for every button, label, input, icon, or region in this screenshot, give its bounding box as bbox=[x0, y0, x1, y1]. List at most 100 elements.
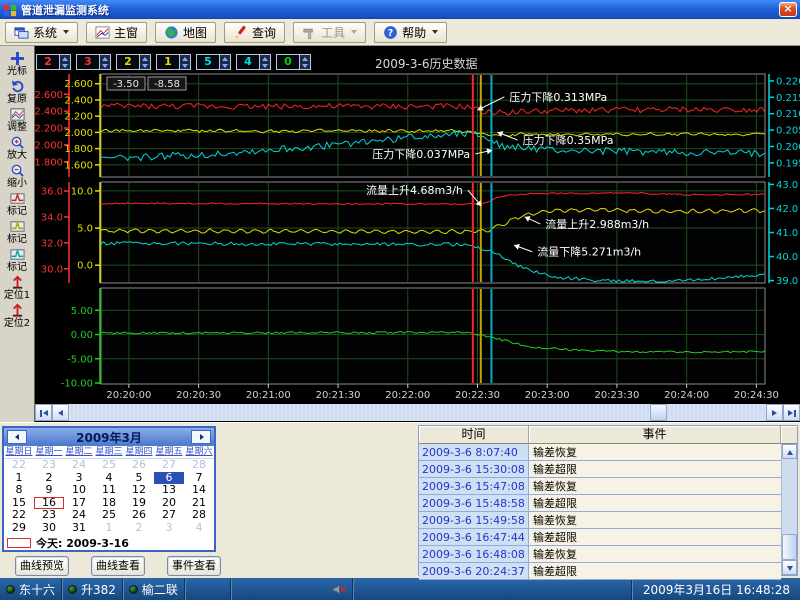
tool-zoom-in[interactable]: 放大 bbox=[0, 135, 34, 161]
event-row[interactable]: 2009-3-6 15:47:08输差恢复 bbox=[419, 478, 781, 495]
calendar-day[interactable]: 3 bbox=[154, 522, 184, 535]
toolbar-button-help[interactable]: ? 帮助 bbox=[374, 22, 447, 43]
tool-locate-2[interactable]: 定位2 bbox=[0, 303, 34, 329]
calendar-day[interactable]: 13 bbox=[154, 484, 184, 497]
trend-charts[interactable]: 2.6002.4002.2002.0001.8002.6002.4002.200… bbox=[35, 72, 800, 402]
spin-down-icon[interactable] bbox=[100, 62, 110, 69]
tool-mark-cyan[interactable]: 标记 bbox=[0, 247, 34, 273]
calendar-day[interactable]: 9 bbox=[34, 484, 64, 497]
event-row[interactable]: 2009-3-6 15:48:58输差超限 bbox=[419, 495, 781, 512]
calendar-day[interactable]: 27 bbox=[154, 459, 184, 472]
event-row[interactable]: 2009-3-6 16:47:44输差超限 bbox=[419, 529, 781, 546]
calendar-day[interactable]: 24 bbox=[64, 459, 94, 472]
spin-up-icon[interactable] bbox=[260, 55, 270, 62]
calendar-day[interactable]: 30 bbox=[34, 522, 64, 535]
tool-mark-yellow[interactable]: 标记 bbox=[0, 219, 34, 245]
calendar-day[interactable]: 22 bbox=[4, 459, 34, 472]
calendar-day[interactable]: 22 bbox=[4, 509, 34, 522]
calendar-day[interactable]: 27 bbox=[154, 509, 184, 522]
events-table-header: 时间 事件 bbox=[419, 426, 797, 444]
toolbar-button-query[interactable]: 查询 bbox=[224, 22, 285, 43]
calendar-day[interactable]: 10 bbox=[64, 484, 94, 497]
calendar-day[interactable]: 24 bbox=[64, 509, 94, 522]
tool-mark-red[interactable]: 标记 bbox=[0, 191, 34, 217]
calendar-day[interactable]: 14 bbox=[184, 484, 214, 497]
calendar-day[interactable]: 25 bbox=[94, 459, 124, 472]
curve-spinner-7[interactable]: 0 bbox=[276, 54, 311, 70]
curve-spinner-5[interactable]: 5 bbox=[196, 54, 231, 70]
tool-locate-1[interactable]: 定位1 bbox=[0, 275, 34, 301]
calendar-day[interactable]: 4 bbox=[184, 522, 214, 535]
events-scroll-thumb[interactable] bbox=[782, 534, 797, 560]
curve-spinner-4[interactable]: 1 bbox=[156, 54, 191, 70]
spin-up-icon[interactable] bbox=[100, 55, 110, 62]
spin-up-icon[interactable] bbox=[180, 55, 190, 62]
toolbar-button-map[interactable]: 地图 bbox=[155, 22, 216, 43]
spin-down-icon[interactable] bbox=[220, 62, 230, 69]
scrollbar-thumb[interactable] bbox=[650, 404, 667, 421]
tool-adjust[interactable]: 调整 bbox=[0, 107, 34, 133]
tool-restore[interactable]: 复原 bbox=[0, 79, 34, 105]
tool-cursor[interactable]: 光标 bbox=[0, 51, 34, 77]
tool-zoom-out[interactable]: 缩小 bbox=[0, 163, 34, 189]
scroll-to-end-button[interactable] bbox=[783, 404, 800, 421]
spin-down-icon[interactable] bbox=[300, 62, 310, 69]
calendar-day[interactable]: 28 bbox=[184, 459, 214, 472]
curve-spinner-2[interactable]: 3 bbox=[76, 54, 111, 70]
column-header-time[interactable]: 时间 bbox=[419, 426, 529, 443]
spin-up-icon[interactable] bbox=[300, 55, 310, 62]
calendar-day[interactable]: 25 bbox=[94, 509, 124, 522]
scroll-left-button[interactable] bbox=[52, 404, 69, 421]
toolbar-button-system[interactable]: 系统 bbox=[5, 22, 78, 43]
svg-text:2.200: 2.200 bbox=[35, 124, 63, 135]
calendar-day[interactable]: 2 bbox=[124, 522, 154, 535]
scroll-down-button[interactable] bbox=[782, 560, 797, 575]
today-label: 今天: 2009-3-16 bbox=[36, 535, 129, 551]
calendar-day[interactable]: 12 bbox=[124, 484, 154, 497]
spin-down-icon[interactable] bbox=[180, 62, 190, 69]
event-row[interactable]: 2009-3-6 20:24:37输差超限 bbox=[419, 563, 781, 580]
spin-up-icon[interactable] bbox=[220, 55, 230, 62]
curve-spinner-6[interactable]: 4 bbox=[236, 54, 271, 70]
calendar-day[interactable]: 26 bbox=[124, 459, 154, 472]
calendar-day[interactable]: 28 bbox=[184, 509, 214, 522]
spin-down-icon[interactable] bbox=[260, 62, 270, 69]
toolbar-button-main-window[interactable]: 主窗 bbox=[86, 22, 147, 43]
column-header-event[interactable]: 事件 bbox=[529, 426, 781, 443]
curve-view-button[interactable]: 曲线查看 bbox=[91, 556, 145, 576]
scroll-to-start-button[interactable] bbox=[35, 404, 52, 421]
calendar-day[interactable]: 23 bbox=[34, 509, 64, 522]
scroll-right-button[interactable] bbox=[766, 404, 783, 421]
event-row[interactable]: 2009-3-6 16:48:08输差恢复 bbox=[419, 546, 781, 563]
event-row[interactable]: 2009-3-6 15:49:58输差恢复 bbox=[419, 512, 781, 529]
event-row[interactable]: 2009-3-6 8:07:40输差恢复 bbox=[419, 444, 781, 461]
calendar-next-month-button[interactable] bbox=[191, 430, 211, 444]
calendar-day[interactable]: 11 bbox=[94, 484, 124, 497]
calendar-day[interactable]: 8 bbox=[4, 484, 34, 497]
svg-text:-10.00: -10.00 bbox=[61, 379, 93, 390]
help-icon: ? bbox=[383, 25, 398, 40]
scroll-up-button[interactable] bbox=[782, 444, 797, 459]
event-view-button[interactable]: 事件查看 bbox=[167, 556, 221, 576]
spin-down-icon[interactable] bbox=[60, 62, 70, 69]
calendar-day[interactable]: 29 bbox=[4, 522, 34, 535]
calendar-day[interactable]: 23 bbox=[34, 459, 64, 472]
event-name-cell: 输差恢复 bbox=[529, 546, 781, 562]
spin-down-icon[interactable] bbox=[140, 62, 150, 69]
curve-spinner-3[interactable]: 2 bbox=[116, 54, 151, 70]
calendar-prev-month-button[interactable] bbox=[7, 430, 27, 444]
event-row[interactable]: 2009-3-6 15:30:08输差超限 bbox=[419, 461, 781, 478]
toolbar-button-label: 帮助 bbox=[402, 24, 426, 41]
close-button[interactable]: × bbox=[779, 2, 797, 17]
curve-preview-button[interactable]: 曲线预览 bbox=[15, 556, 69, 576]
calendar-day[interactable]: 26 bbox=[124, 509, 154, 522]
svg-text:20:20:00: 20:20:00 bbox=[106, 390, 151, 401]
calendar-day[interactable]: 1 bbox=[94, 522, 124, 535]
events-scroll-track[interactable] bbox=[782, 459, 797, 560]
spin-up-icon[interactable] bbox=[60, 55, 70, 62]
mute-icon[interactable] bbox=[332, 583, 346, 596]
curve-spinner-1[interactable]: 2 bbox=[36, 54, 71, 70]
scrollbar-track[interactable] bbox=[69, 404, 766, 421]
calendar-day[interactable]: 31 bbox=[64, 522, 94, 535]
spin-up-icon[interactable] bbox=[140, 55, 150, 62]
